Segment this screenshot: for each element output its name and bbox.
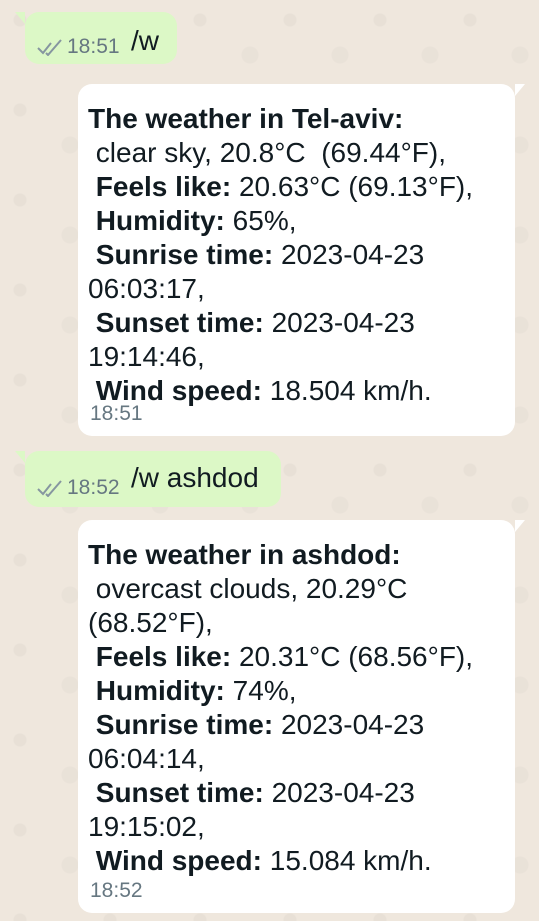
line-value: 2023-04-23 [263, 777, 415, 808]
report-line: Feels like: 20.31°C (68.56°F), [88, 640, 497, 674]
line-label: Humidity: [88, 205, 225, 236]
message-text: /w [131, 25, 159, 56]
weather-report: The weather in Tel-aviv: clear sky, 20.8… [88, 102, 497, 408]
line-label: The weather in Tel-aviv: [88, 103, 404, 134]
line-label: Wind speed: [88, 845, 262, 876]
message-text: /w ashdod [131, 462, 259, 493]
message-time: 18:52 [67, 476, 120, 499]
report-line: (68.52°F), [88, 606, 497, 640]
weather-report: The weather in ashdod: overcast clouds, … [88, 538, 497, 878]
chat-thread[interactable]: 18:51 /w The weather in Tel-aviv: clear … [0, 0, 539, 921]
report-line: Sunset time: 2023-04-23 [88, 306, 497, 340]
line-value: overcast clouds, 20.29°C [88, 573, 408, 604]
line-label: Sunset time: [88, 307, 264, 338]
line-value: 2023-04-23 [273, 239, 425, 270]
line-value: 19:15:02, [88, 811, 205, 842]
line-value: 65%, [224, 205, 297, 236]
double-check-icon [37, 38, 62, 56]
line-value: 2023-04-23 [263, 307, 415, 338]
message-time: 18:52 [90, 879, 143, 902]
line-value: 74%, [224, 675, 297, 706]
incoming-message[interactable]: The weather in ashdod: overcast clouds, … [78, 520, 525, 913]
report-line: Wind speed: 18.504 km/h. [88, 374, 497, 408]
report-line: 19:14:46, [88, 340, 497, 374]
line-label: Sunrise time: [88, 709, 274, 740]
report-line: Sunrise time: 2023-04-23 [88, 708, 497, 742]
report-line: Humidity: 74%, [88, 674, 497, 708]
message-meta: 18:51 [37, 36, 120, 57]
line-value: 06:03:17, [88, 273, 205, 304]
report-line: Humidity: 65%, [88, 204, 497, 238]
line-label: The weather in ashdod: [88, 539, 401, 570]
report-line: clear sky, 20.8°C (69.44°F), [88, 136, 497, 170]
line-label: Sunrise time: [88, 239, 274, 270]
report-line: overcast clouds, 20.29°C [88, 572, 497, 606]
report-line: 06:04:14, [88, 742, 497, 776]
report-line: Wind speed: 15.084 km/h. [88, 844, 497, 878]
report-line: The weather in ashdod: [88, 538, 497, 572]
report-line: Sunrise time: 2023-04-23 [88, 238, 497, 272]
outgoing-message[interactable]: 18:52 /w ashdod [15, 451, 281, 507]
message-meta: 18:52 [37, 477, 120, 498]
line-value: clear sky, 20.8°C (69.44°F), [88, 137, 446, 168]
line-label: Feels like: [88, 171, 232, 202]
double-check-icon [37, 479, 62, 497]
line-value: 20.31°C (68.56°F), [231, 641, 474, 672]
report-line: 06:03:17, [88, 272, 497, 306]
line-label: Feels like: [88, 641, 232, 672]
message-time: 18:51 [67, 35, 120, 58]
incoming-message[interactable]: The weather in Tel-aviv: clear sky, 20.8… [78, 84, 525, 436]
line-value: 15.084 km/h. [261, 845, 432, 876]
line-value: (68.52°F), [88, 607, 213, 638]
report-line: Feels like: 20.63°C (69.13°F), [88, 170, 497, 204]
message-time: 18:51 [90, 402, 143, 425]
line-value: 19:14:46, [88, 341, 205, 372]
report-line: Sunset time: 2023-04-23 [88, 776, 497, 810]
line-label: Humidity: [88, 675, 225, 706]
report-line: 19:15:02, [88, 810, 497, 844]
line-value: 18.504 km/h. [261, 375, 432, 406]
outgoing-message[interactable]: 18:51 /w [15, 12, 177, 64]
report-line: The weather in Tel-aviv: [88, 102, 497, 136]
line-value: 20.63°C (69.13°F), [231, 171, 474, 202]
line-value: 06:04:14, [88, 743, 205, 774]
line-label: Sunset time: [88, 777, 264, 808]
line-value: 2023-04-23 [273, 709, 425, 740]
